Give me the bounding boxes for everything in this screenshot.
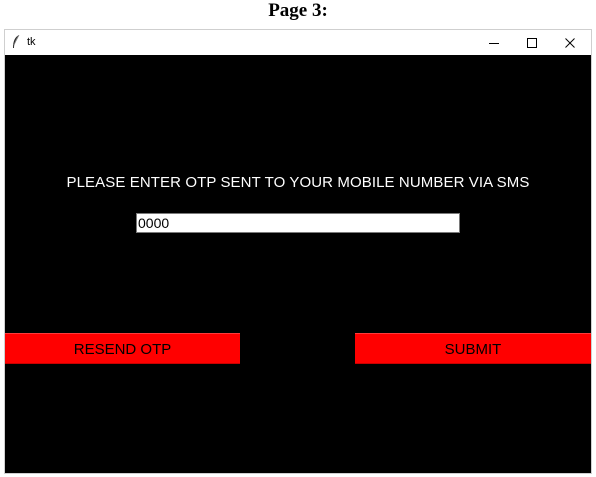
submit-button[interactable]: SUBMIT xyxy=(355,333,591,364)
otp-prompt-label: PLEASE ENTER OTP SENT TO YOUR MOBILE NUM… xyxy=(66,174,530,191)
minimize-icon xyxy=(489,43,499,44)
maximize-icon xyxy=(527,38,537,48)
window-title: tk xyxy=(27,36,36,48)
window-content: PLEASE ENTER OTP SENT TO YOUR MOBILE NUM… xyxy=(5,55,591,473)
maximize-button[interactable] xyxy=(513,30,551,55)
minimize-button[interactable] xyxy=(475,30,513,55)
page-caption: Page 3: xyxy=(268,0,328,21)
close-icon xyxy=(565,38,575,48)
tk-window: tk PLEASE ENTER OTP SENT TO YOUR MOBILE … xyxy=(4,29,592,474)
title-bar: tk xyxy=(5,30,591,55)
resend-otp-button[interactable]: RESEND OTP xyxy=(5,333,240,364)
close-button[interactable] xyxy=(551,30,589,55)
tk-feather-icon xyxy=(12,34,20,49)
otp-input[interactable] xyxy=(136,213,460,233)
